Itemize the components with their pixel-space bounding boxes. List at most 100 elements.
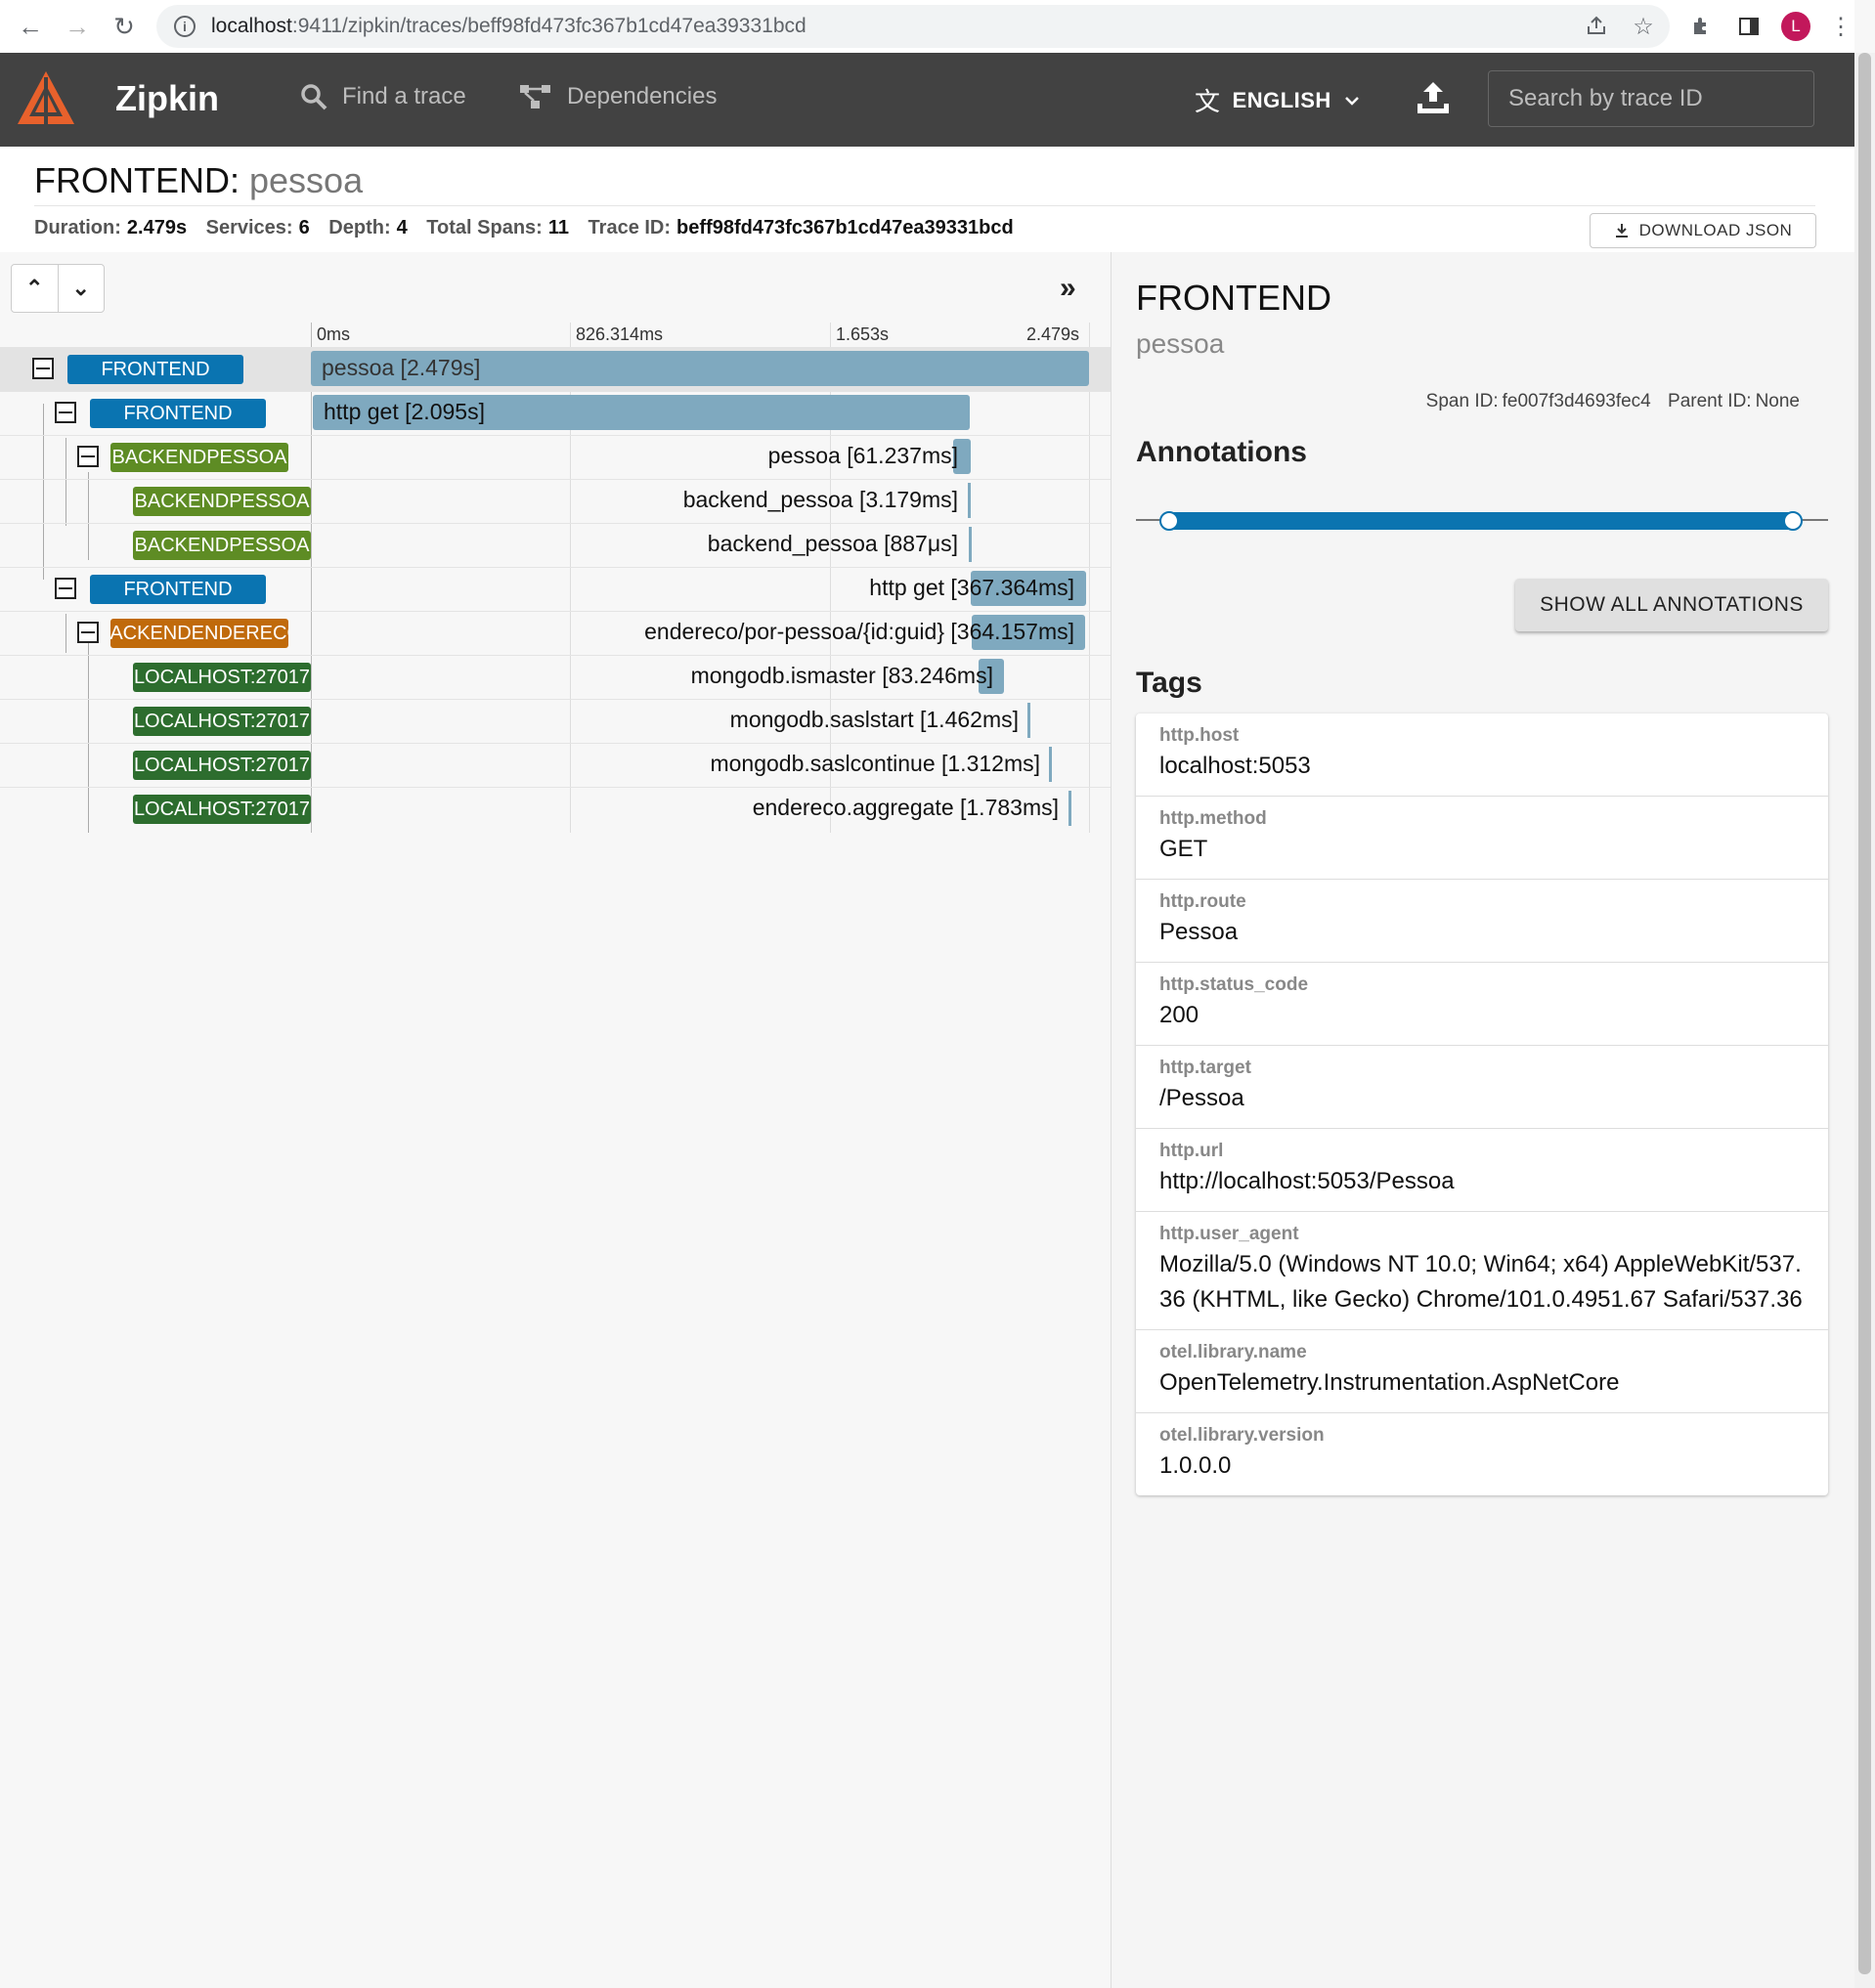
find-trace-link[interactable]: Find a trace — [299, 82, 466, 111]
tag-key: http.target — [1159, 1058, 1251, 1078]
slider-thumb-end[interactable] — [1783, 511, 1803, 531]
tag-item: http.route Pessoa — [1136, 880, 1828, 963]
share-icon[interactable] — [1582, 12, 1611, 41]
collapse-toggle[interactable] — [55, 578, 76, 599]
download-json-button[interactable]: DOWNLOAD JSON — [1590, 213, 1816, 248]
chevron-down-icon: ⌄ — [71, 276, 90, 300]
span-bar — [1027, 703, 1030, 738]
span-row[interactable]: BACKENDPESSOA backend_pessoa [887μs] — [0, 523, 1111, 567]
tags-list: http.host localhost:5053 http.method GET h… — [1136, 713, 1828, 1495]
annotations-slider[interactable] — [1136, 508, 1828, 532]
dependencies-label: Dependencies — [567, 83, 718, 109]
dependencies-icon — [520, 85, 550, 108]
page-scrollbar[interactable] — [1854, 53, 1875, 1988]
url-text[interactable]: localhost:9411/zipkin/traces/beff98fd473… — [211, 15, 807, 38]
span-label: http get [2.095s] — [324, 399, 485, 424]
language-selector[interactable]: 文 ENGLISH — [1195, 82, 1361, 118]
address-bar[interactable]: i localhost:9411/zipkin/traces/beff98fd4… — [156, 5, 1670, 48]
next-span-button[interactable]: ⌄ — [59, 265, 105, 312]
span-row[interactable]: FRONTEND http get [2.095s] — [0, 391, 1111, 435]
browser-toolbar: ← → ↻ i localhost:9411/zipkin/traces/bef… — [0, 0, 1854, 53]
collapse-detail-button[interactable]: » — [1060, 272, 1076, 305]
profile-avatar[interactable]: L — [1781, 12, 1810, 41]
span-bar — [1049, 747, 1052, 782]
span-label: mongodb.saslcontinue [1.312ms] — [710, 751, 1040, 776]
site-info-icon[interactable]: i — [174, 16, 196, 37]
tag-key: http.url — [1159, 1141, 1224, 1161]
span-label: backend_pessoa [887μs] — [707, 531, 958, 556]
service-badge: BACKENDPESSOA — [133, 487, 311, 516]
scrollbar-thumb[interactable] — [1858, 53, 1871, 1974]
span-row[interactable]: LOCALHOST:27017 mongodb.saslcontinue [1.… — [0, 743, 1111, 787]
span-row[interactable]: LOCALHOST:27017 endereco.aggregate [1.78… — [0, 787, 1111, 831]
menu-kebab-icon[interactable]: ⋮ — [1826, 12, 1855, 41]
collapse-toggle[interactable] — [32, 358, 54, 379]
tag-value: http://localhost:5053/Pessoa — [1159, 1168, 1455, 1194]
parent-id-value: None — [1755, 391, 1800, 411]
trace-timeline: ⌃ ⌄ » 0ms 826.314ms 1.653s 2.479s FRONTE… — [0, 252, 1112, 1988]
collapse-toggle[interactable] — [77, 446, 99, 467]
span-label: pessoa [2.479s] — [322, 355, 481, 380]
service-badge: BACKENDPESSOA — [110, 443, 288, 472]
upload-icon[interactable] — [1414, 78, 1453, 117]
tag-key: otel.library.version — [1159, 1425, 1325, 1446]
span-id-value: fe007f3d4693fec4 — [1502, 391, 1651, 411]
extensions-icon[interactable] — [1687, 12, 1717, 41]
span-row[interactable]: LOCALHOST:27017 mongodb.saslstart [1.462… — [0, 699, 1111, 743]
service-badge: FRONTEND — [90, 575, 266, 604]
span-row[interactable]: FRONTEND http get [367.364ms] — [0, 567, 1111, 611]
tag-key: http.host — [1159, 725, 1240, 746]
tag-item: http.url http://localhost:5053/Pessoa — [1136, 1129, 1828, 1212]
tag-value: localhost:5053 — [1159, 753, 1311, 779]
collapse-toggle[interactable] — [55, 402, 76, 423]
tag-value: Mozilla/5.0 (Windows NT 10.0; Win64; x64… — [1159, 1251, 1803, 1313]
trace-stats: Duration: 2.479s Services: 6 Depth: 4 Total… — [34, 217, 1027, 239]
dependencies-link[interactable]: Dependencies — [518, 82, 717, 111]
zipkin-logo-icon[interactable] — [14, 67, 78, 132]
tag-value: GET — [1159, 836, 1208, 862]
tag-key: otel.library.name — [1159, 1342, 1307, 1362]
trace-id-search-input[interactable] — [1488, 70, 1814, 127]
span-row[interactable]: BACKENDPESSOA backend_pessoa [3.179ms] — [0, 479, 1111, 523]
search-icon — [301, 84, 327, 110]
chevron-up-icon: ⌃ — [25, 276, 44, 300]
collapse-toggle[interactable] — [77, 622, 99, 643]
slider-thumb-start[interactable] — [1159, 511, 1179, 531]
previous-span-button[interactable]: ⌃ — [12, 265, 59, 312]
bookmark-star-icon[interactable]: ☆ — [1629, 12, 1658, 41]
forward-icon[interactable]: → — [61, 10, 94, 43]
span-label: pessoa [61.237ms] — [767, 443, 958, 468]
span-row[interactable]: FRONTEND pessoa [2.479s] — [0, 347, 1111, 391]
tick-label: 0ms — [317, 324, 351, 344]
span-navigation: ⌃ ⌄ — [11, 264, 105, 313]
trace-summary: FRONTEND: pessoa Duration: 2.479s Service… — [0, 147, 1854, 253]
slider-track — [1169, 512, 1793, 530]
tag-key: http.status_code — [1159, 974, 1309, 995]
service-badge: FRONTEND — [90, 399, 266, 428]
side-panel-icon[interactable] — [1734, 12, 1764, 41]
span-row[interactable]: BACKENDPESSOA pessoa [61.237ms] — [0, 435, 1111, 479]
span-bar — [968, 483, 971, 518]
tag-value: Pessoa — [1159, 919, 1239, 945]
tag-item: http.target/Pessoa — [1136, 1046, 1828, 1129]
span-row[interactable]: BACKENDENDERECO endereco/por-pessoa/{id:… — [0, 611, 1111, 655]
service-badge: LOCALHOST:27017 — [133, 795, 311, 824]
show-all-annotations-button[interactable]: SHOW ALL ANNOTATIONS — [1515, 579, 1828, 631]
back-icon[interactable]: ← — [14, 10, 47, 43]
total-spans-label: Total Spans: — [426, 217, 543, 238]
services-value: 6 — [298, 217, 310, 238]
tag-item: http.method GET — [1136, 797, 1828, 880]
app-brand[interactable]: Zipkin — [115, 78, 219, 119]
detail-span-name: pessoa — [1136, 328, 1225, 359]
detail-ids: Span ID: fe007f3d4693fec4 Parent ID: None — [1415, 391, 1800, 412]
trace-id-label: Trace ID: — [588, 217, 672, 238]
tag-item: otel.library.name OpenTelemetry.Instrumen… — [1136, 1330, 1828, 1413]
trace-root-service: FRONTEND: — [34, 160, 240, 200]
tag-item: otel.library.version 1.0.0.0 — [1136, 1413, 1828, 1495]
tag-key: http.route — [1159, 891, 1246, 912]
reload-icon[interactable]: ↻ — [108, 10, 141, 43]
span-id-label: Span ID: — [1425, 391, 1499, 411]
span-label: http get [367.364ms] — [869, 575, 1074, 600]
span-bar — [1068, 791, 1071, 826]
span-row[interactable]: LOCALHOST:27017 mongodb.ismaster [83.246… — [0, 655, 1111, 699]
